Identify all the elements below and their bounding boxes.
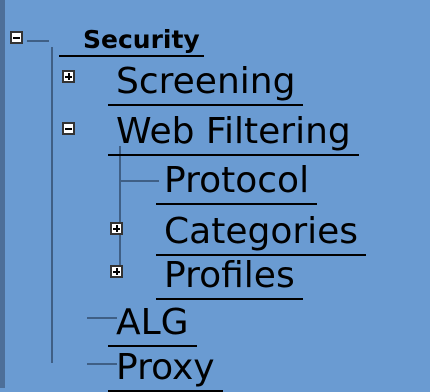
- tree-connector: [119, 180, 159, 182]
- tree-item-protocol[interactable]: Protocol: [156, 163, 318, 205]
- minus-icon: [65, 127, 72, 130]
- tree-item-screening[interactable]: Screening: [108, 64, 304, 106]
- nav-tree: Security Screening Web Filtering Protoco…: [0, 0, 430, 392]
- tree-item-profiles[interactable]: Profiles: [156, 258, 303, 300]
- tree-item-alg[interactable]: ALG: [108, 305, 197, 347]
- expand-categories-toggle[interactable]: [110, 222, 123, 235]
- expand-profiles-toggle[interactable]: [110, 265, 123, 278]
- tree-item-security[interactable]: Security: [59, 27, 204, 57]
- tree-connector: [119, 146, 121, 276]
- tree-item-categories[interactable]: Categories: [156, 214, 367, 256]
- tree-connector: [27, 40, 49, 42]
- collapse-web-filtering-toggle[interactable]: [62, 122, 75, 135]
- collapse-security-toggle[interactable]: [10, 31, 23, 44]
- minus-icon: [13, 36, 20, 39]
- tree-item-web-filtering[interactable]: Web Filtering: [108, 114, 359, 156]
- tree-item-proxy[interactable]: Proxy: [108, 350, 223, 392]
- expand-screening-toggle[interactable]: [62, 70, 75, 83]
- tree-connector: [51, 47, 53, 363]
